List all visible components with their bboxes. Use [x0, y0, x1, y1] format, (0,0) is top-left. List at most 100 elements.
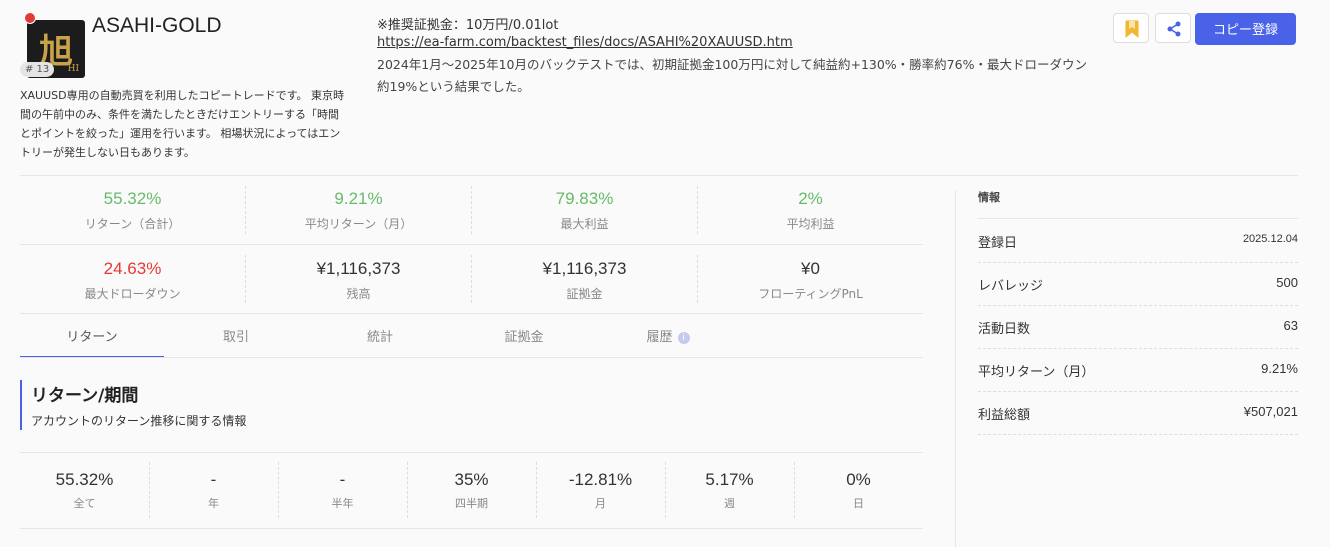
tab-trades[interactable]: 取引	[164, 326, 308, 345]
stat-max-drawdown: 24.63% 最大ドローダウン	[20, 259, 245, 302]
info-value: 500	[1276, 275, 1298, 290]
info-key: 登録日	[978, 236, 1018, 251]
logo-text: HI	[67, 64, 79, 74]
stat-balance: ¥1,116,373 残高	[246, 259, 471, 302]
stat-divider	[697, 186, 698, 234]
backtest-link[interactable]: https://ea-farm.com/backtest_files/docs/…	[377, 35, 793, 50]
stat-label: 平均利益	[786, 217, 835, 231]
info-row-active-days: 活動日数 63	[978, 305, 1298, 349]
info-value: 9.21%	[1261, 361, 1298, 376]
period-value: -	[339, 470, 346, 489]
stat-value: ¥1,116,373	[316, 259, 401, 278]
stat-divider	[697, 255, 698, 303]
stat-label: 最大ドローダウン	[84, 287, 181, 301]
share-icon	[1167, 21, 1181, 37]
stat-value: 24.63%	[103, 259, 162, 278]
bookmark-icon	[1125, 20, 1139, 38]
backtest-summary: 2024年1月～2025年10月のバックテストでは、初期証拠金100万円に対して…	[377, 57, 1087, 94]
section-title: リターン/期間	[31, 386, 139, 406]
info-key: 活動日数	[978, 322, 1031, 337]
stat-value: 55.32%	[103, 189, 162, 208]
period-quarter: 35% 四半期	[407, 470, 536, 511]
period-value: 5.17%	[705, 470, 754, 489]
stat-value: 2%	[798, 189, 823, 208]
tab-margin[interactable]: 証拠金	[452, 326, 596, 345]
info-row-leverage: レバレッジ 500	[978, 262, 1298, 306]
stat-label: リターン（合計）	[84, 217, 181, 231]
stat-divider	[471, 186, 472, 234]
stat-label: 最大利益	[560, 217, 609, 231]
info-panel-divider	[955, 190, 956, 547]
period-all: 55.32% 全て	[20, 470, 149, 511]
header-divider	[20, 175, 1298, 176]
stat-avg-profit: 2% 平均利益	[698, 189, 923, 232]
stat-divider	[471, 255, 472, 303]
period-week: 5.17% 週	[665, 470, 794, 511]
copy-register-button[interactable]: コピー登録	[1195, 13, 1296, 45]
stat-divider	[245, 255, 246, 303]
period-year: - 年	[149, 470, 278, 511]
periods-bottom-divider	[20, 528, 923, 529]
period-divider	[794, 462, 795, 518]
info-icon: i	[677, 331, 690, 344]
period-value: 35%	[454, 470, 489, 489]
stat-value: ¥0	[801, 259, 820, 278]
info-row-total-profit: 利益総額 ¥507,021	[978, 391, 1298, 435]
info-value: ¥507,021	[1243, 404, 1298, 419]
info-key: 平均リターン（月）	[978, 365, 1095, 380]
stat-floating-pnl: ¥0 フローティングPnL	[698, 259, 923, 302]
info-value: 2025.12.04	[1242, 233, 1298, 245]
tab-returns[interactable]: リターン	[20, 326, 164, 345]
country-flag-icon	[24, 12, 36, 24]
period-label: 半年	[331, 497, 354, 510]
period-value: 0%	[846, 470, 871, 489]
stat-value: 79.83%	[555, 189, 614, 208]
stat-avg-monthly-return: 9.21% 平均リターン（月）	[246, 189, 471, 232]
period-divider	[665, 462, 666, 518]
share-button[interactable]	[1155, 13, 1191, 43]
stat-value: ¥1,116,373	[542, 259, 627, 278]
period-label: 年	[208, 497, 219, 510]
period-month: -12.81% 月	[536, 470, 665, 511]
stat-equity: ¥1,116,373 証拠金	[472, 259, 697, 302]
section-accent-bar	[20, 380, 22, 430]
bookmark-button[interactable]	[1113, 13, 1149, 43]
period-day: 0% 日	[794, 470, 923, 511]
period-half-year: - 半年	[278, 470, 407, 511]
info-row-avg-monthly: 平均リターン（月） 9.21%	[978, 348, 1298, 392]
info-value: 63	[1283, 318, 1298, 333]
tab-bar-divider	[20, 357, 923, 358]
period-label: 日	[853, 497, 864, 510]
page-title: ASAHI-GOLD	[92, 14, 222, 37]
period-value: -	[210, 470, 217, 489]
tab-statistics[interactable]: 統計	[308, 326, 452, 345]
period-divider	[149, 462, 150, 518]
period-value: 55.32%	[55, 470, 114, 489]
periods-top-divider	[20, 452, 923, 453]
period-label: 週	[724, 497, 735, 510]
stats-bottom-divider	[20, 313, 923, 314]
stat-label: 平均リターン（月）	[304, 217, 413, 231]
stat-label: フローティングPnL	[758, 287, 863, 301]
rank-badge: # 13	[20, 62, 55, 77]
period-label: 全て	[73, 497, 96, 510]
info-row-registered: 登録日 2025.12.04	[978, 219, 1298, 263]
period-label: 月	[595, 497, 606, 510]
info-key: 利益総額	[978, 408, 1031, 423]
stat-label: 残高	[346, 287, 371, 301]
period-divider	[407, 462, 408, 518]
stat-max-profit: 79.83% 最大利益	[472, 189, 697, 232]
recommended-margin: ※推奨証拠金：10万円/0.01lot	[377, 18, 559, 33]
tab-history[interactable]: 履歴 i	[596, 326, 740, 345]
stats-row-divider	[20, 244, 923, 245]
tab-history-label: 履歴	[646, 330, 673, 345]
stat-divider	[245, 186, 246, 234]
strategy-description: XAUUSD専用の自動売買を利用したコピートレードです。 東京時間の午前中のみ、…	[20, 89, 345, 159]
period-label: 四半期	[455, 497, 488, 510]
section-subtitle: アカウントのリターン推移に関する情報	[31, 414, 247, 428]
period-divider	[278, 462, 279, 518]
period-divider	[536, 462, 537, 518]
info-key: レバレッジ	[978, 279, 1044, 294]
info-panel-heading: 情報	[978, 191, 1000, 204]
stat-label: 証拠金	[566, 287, 603, 301]
